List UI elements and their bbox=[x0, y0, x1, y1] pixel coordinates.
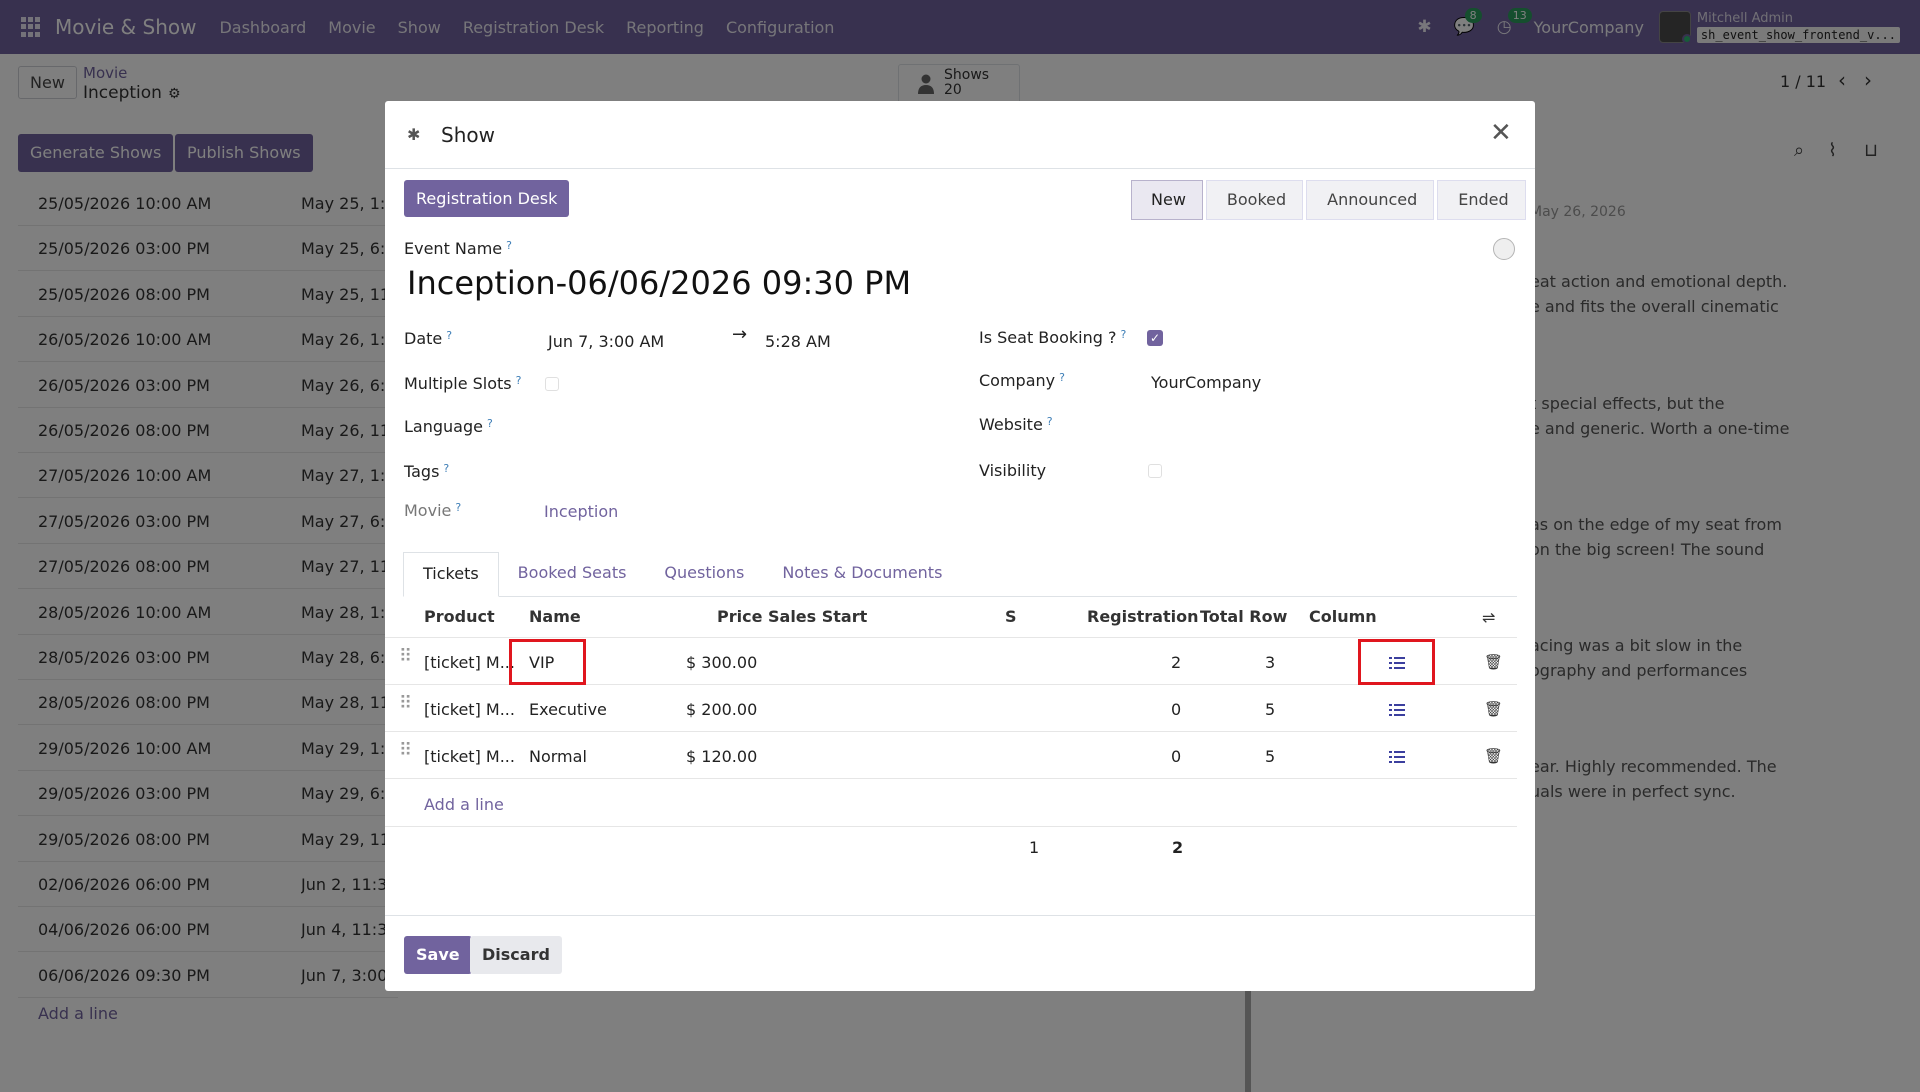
date-start-input[interactable]: Jun 7, 3:00 AM bbox=[548, 332, 664, 351]
seat-layout-list-icon[interactable] bbox=[1389, 750, 1405, 764]
row-divider bbox=[385, 731, 1517, 732]
help-tooltip-icon[interactable]: ? bbox=[1120, 328, 1126, 341]
event-name-label: Event Name? bbox=[404, 239, 512, 258]
date-label-text: Date bbox=[404, 329, 443, 348]
help-tooltip-icon[interactable]: ? bbox=[446, 329, 452, 342]
column-header-price[interactable]: Price bbox=[717, 607, 762, 626]
total-sales-end: 1 bbox=[1029, 838, 1040, 857]
column-header-total-row[interactable]: Total Row bbox=[1200, 607, 1287, 626]
debug-bug-icon[interactable]: ✱ bbox=[407, 125, 420, 144]
delete-trash-icon[interactable]: 🗑 bbox=[1484, 700, 1503, 718]
help-tooltip-icon[interactable]: ? bbox=[1047, 415, 1053, 428]
status-bar: New Booked Announced Ended bbox=[1131, 180, 1529, 220]
visibility-label: Visibility bbox=[979, 461, 1047, 480]
save-button[interactable]: Save bbox=[404, 936, 472, 974]
column-header-registration[interactable]: Registration bbox=[1087, 607, 1198, 626]
footer-divider bbox=[385, 826, 1517, 827]
tags-label: Tags? bbox=[404, 462, 449, 481]
company-field[interactable]: YourCompany bbox=[1151, 373, 1261, 392]
ticket-price-cell[interactable]: $ 300.00 bbox=[686, 653, 757, 672]
show-dialog: ✱ Show ✕ Registration Desk New Booked An… bbox=[385, 101, 1535, 991]
drag-handle-icon[interactable]: ⠿ bbox=[399, 695, 412, 717]
tab-notes-documents[interactable]: Notes & Documents bbox=[763, 552, 961, 597]
column-header-product[interactable]: Product bbox=[424, 607, 495, 626]
tab-questions[interactable]: Questions bbox=[645, 552, 763, 597]
help-tooltip-icon[interactable]: ? bbox=[455, 501, 461, 514]
multiple-slots-checkbox[interactable] bbox=[545, 377, 559, 391]
delete-trash-icon[interactable]: 🗑 bbox=[1484, 747, 1503, 765]
tab-booked-seats[interactable]: Booked Seats bbox=[499, 552, 646, 597]
row-divider bbox=[385, 778, 1517, 779]
registration-desk-button[interactable]: Registration Desk bbox=[404, 180, 570, 217]
stage-announced[interactable]: Announced bbox=[1306, 180, 1435, 220]
date-label: Date? bbox=[404, 329, 452, 348]
seat-layout-list-icon[interactable] bbox=[1389, 703, 1405, 717]
header-divider bbox=[385, 637, 1517, 638]
ticket-price-cell[interactable]: $ 120.00 bbox=[686, 747, 757, 766]
column-header-name[interactable]: Name bbox=[529, 607, 581, 626]
dialog-title: Show bbox=[441, 123, 495, 147]
highlight-column-icon bbox=[1358, 639, 1435, 685]
ticket-registration-cell: 2 bbox=[1171, 653, 1182, 672]
ticket-name-cell[interactable]: Normal bbox=[529, 747, 587, 766]
drag-handle-icon[interactable]: ⠿ bbox=[399, 742, 412, 764]
company-label: Company? bbox=[979, 371, 1065, 390]
highlight-vip-cell bbox=[509, 639, 586, 685]
date-end-input[interactable]: 5:28 AM bbox=[765, 332, 831, 351]
tags-label-text: Tags bbox=[404, 462, 440, 481]
company-label-text: Company bbox=[979, 371, 1056, 390]
optional-columns-settings-icon[interactable]: ⇌ bbox=[1482, 608, 1495, 627]
background-scrollbar[interactable] bbox=[1245, 990, 1251, 1092]
ticket-product-cell[interactable]: [ticket] M... bbox=[424, 700, 515, 719]
help-tooltip-icon[interactable]: ? bbox=[487, 417, 493, 430]
ticket-total-row-cell[interactable]: 5 bbox=[1265, 747, 1275, 766]
column-header-column[interactable]: Column bbox=[1309, 607, 1377, 626]
movie-label: Movie? bbox=[404, 501, 461, 520]
stage-new[interactable]: New bbox=[1131, 180, 1203, 220]
multiple-slots-label: Multiple Slots? bbox=[404, 374, 521, 393]
movie-label-text: Movie bbox=[404, 501, 452, 520]
notebook-tabs: Tickets Booked Seats Questions Notes & D… bbox=[403, 552, 1517, 597]
close-icon[interactable]: ✕ bbox=[1490, 118, 1512, 148]
event-name-label-text: Event Name bbox=[404, 239, 503, 258]
event-name-input[interactable]: Inception-06/06/2026 09:30 PM bbox=[407, 264, 911, 302]
language-label: Language? bbox=[404, 417, 493, 436]
help-tooltip-icon[interactable]: ? bbox=[443, 462, 449, 475]
ticket-total-row-cell[interactable]: 5 bbox=[1265, 700, 1275, 719]
ticket-total-row-cell[interactable]: 3 bbox=[1265, 653, 1275, 672]
add-line-link[interactable]: Add a line bbox=[424, 795, 504, 814]
help-tooltip-icon[interactable]: ? bbox=[1059, 371, 1065, 384]
seat-booking-checkbox[interactable]: ✓ bbox=[1147, 330, 1163, 346]
seat-booking-label-text: Is Seat Booking ? bbox=[979, 328, 1117, 347]
stage-booked[interactable]: Booked bbox=[1205, 180, 1304, 220]
visibility-checkbox[interactable] bbox=[1148, 464, 1162, 478]
seat-booking-label: Is Seat Booking ?? bbox=[979, 328, 1126, 347]
tab-tickets[interactable]: Tickets bbox=[403, 552, 499, 597]
stage-ended[interactable]: Ended bbox=[1437, 180, 1526, 220]
ticket-name-cell[interactable]: Executive bbox=[529, 700, 607, 719]
column-header-sales-end[interactable]: S bbox=[1005, 607, 1017, 626]
column-header-sales-start[interactable]: Sales Start bbox=[768, 607, 867, 626]
ticket-product-cell[interactable]: [ticket] M... bbox=[424, 747, 515, 766]
multiple-slots-label-text: Multiple Slots bbox=[404, 374, 512, 393]
ticket-product-cell[interactable]: [ticket] M... bbox=[424, 653, 515, 672]
dialog-header: ✱ Show ✕ bbox=[385, 101, 1535, 169]
website-label: Website? bbox=[979, 415, 1053, 434]
ticket-registration-cell: 0 bbox=[1171, 700, 1182, 719]
website-label-text: Website bbox=[979, 415, 1043, 434]
arrow-right-icon: → bbox=[732, 324, 748, 345]
movie-link[interactable]: Inception bbox=[544, 502, 618, 521]
language-label-text: Language bbox=[404, 417, 483, 436]
discard-button[interactable]: Discard bbox=[470, 936, 562, 974]
ticket-price-cell[interactable]: $ 200.00 bbox=[686, 700, 757, 719]
drag-handle-icon[interactable]: ⠿ bbox=[399, 648, 412, 670]
delete-trash-icon[interactable]: 🗑 bbox=[1484, 653, 1503, 671]
help-tooltip-icon[interactable]: ? bbox=[516, 374, 522, 387]
total-registration: 2 bbox=[1172, 838, 1184, 857]
help-tooltip-icon[interactable]: ? bbox=[506, 239, 512, 252]
color-picker-circle[interactable] bbox=[1493, 238, 1515, 260]
ticket-registration-cell: 0 bbox=[1171, 747, 1182, 766]
